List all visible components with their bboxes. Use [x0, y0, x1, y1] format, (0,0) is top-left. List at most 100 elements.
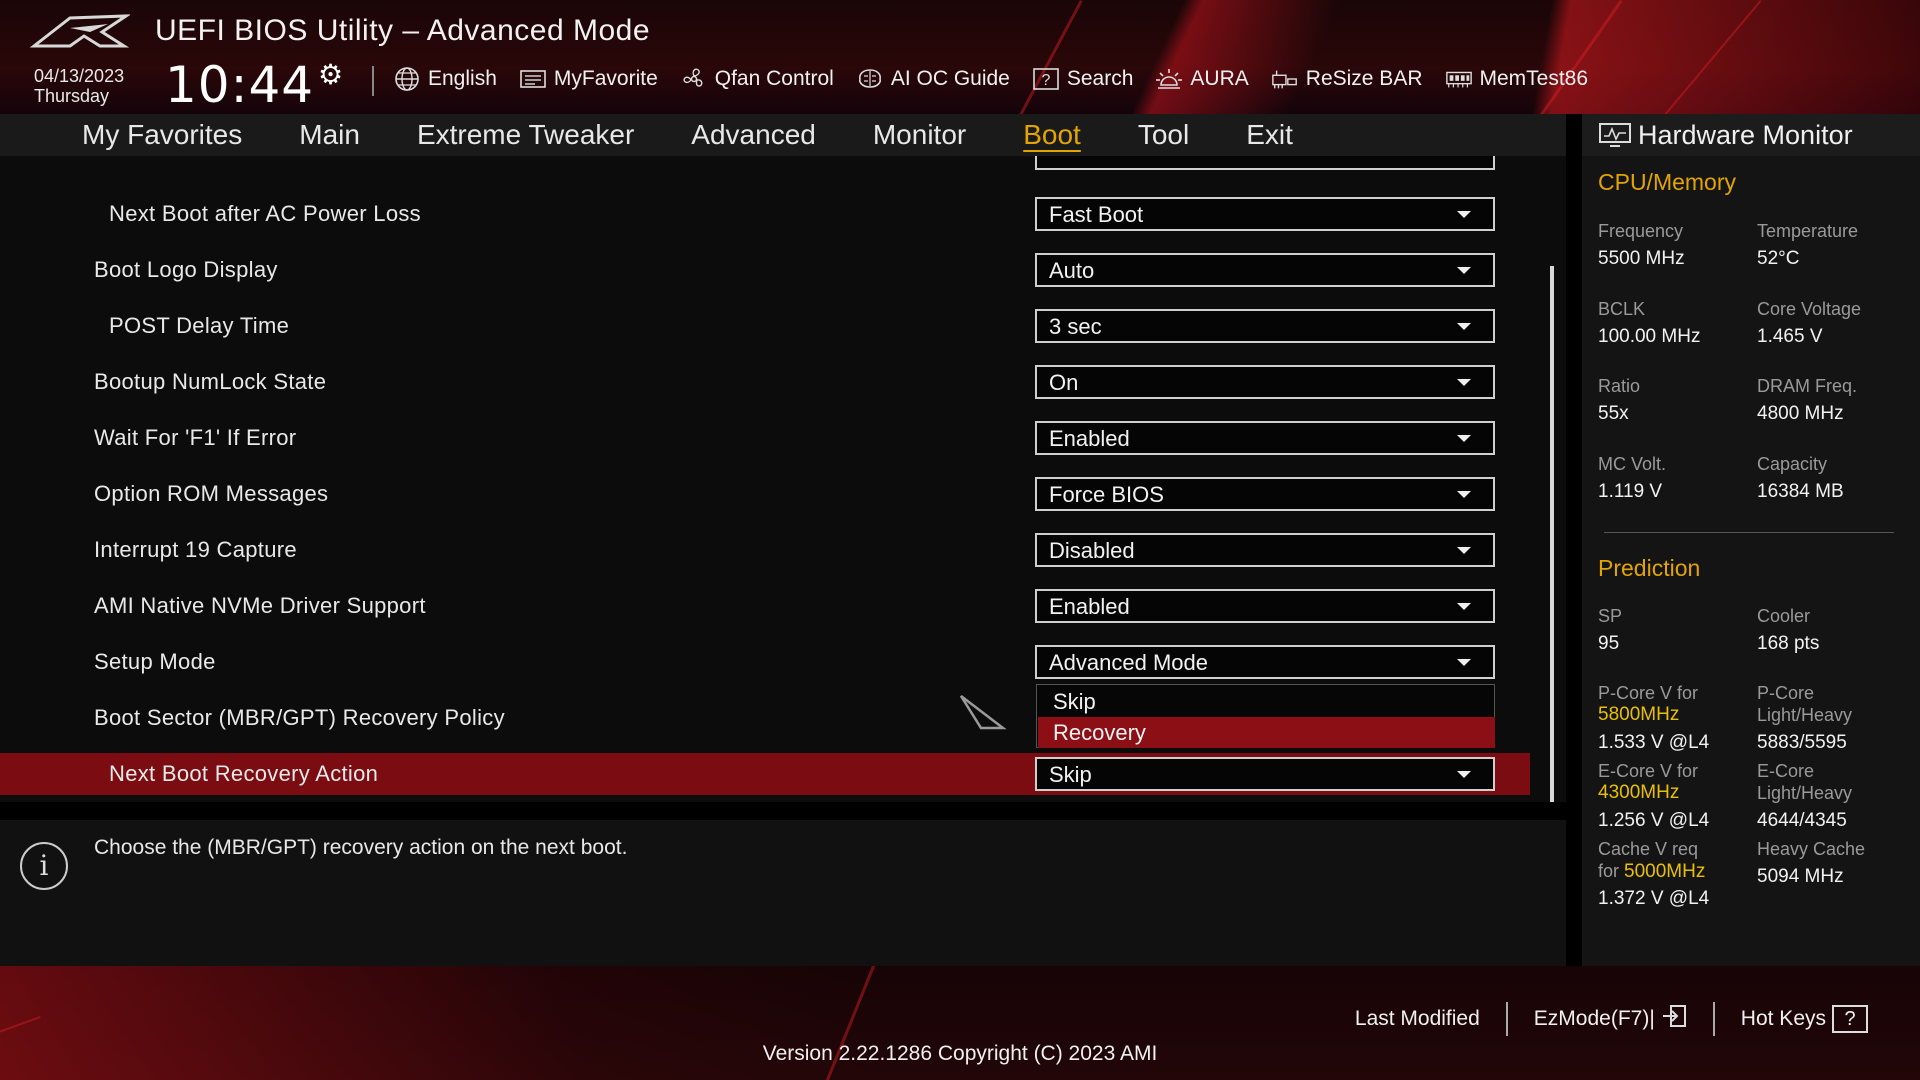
setting-select-bootup-numlock-state[interactable]: On	[1035, 365, 1495, 399]
toolbar-myfavorite-label: MyFavorite	[553, 67, 658, 90]
setting-row-bootup-numlock-state[interactable]: Bootup NumLock State On	[0, 361, 1530, 403]
ecore-v-value: 1.256 V @L4	[1598, 810, 1710, 831]
setting-label: Setup Mode	[94, 649, 216, 674]
clock-settings-gear-icon[interactable]: ⚙	[318, 58, 343, 91]
setting-row-next-boot-recovery-action[interactable]: Next Boot Recovery Action Skip	[0, 753, 1530, 795]
toolbar-aura-label: AURA	[1190, 67, 1249, 90]
setting-row-next-boot-after-ac-power-loss[interactable]: Next Boot after AC Power Loss Fast Boot	[0, 193, 1530, 235]
cache-v-label: Cache V req	[1598, 839, 1699, 859]
decor-streak	[1644, 0, 1762, 114]
globe-icon	[393, 67, 421, 91]
ai-oc-guide-icon	[856, 67, 884, 91]
mouse-cursor-icon	[959, 695, 1007, 730]
setting-label: Bootup NumLock State	[94, 369, 327, 394]
setting-select-setup-mode[interactable]: Advanced Mode	[1035, 645, 1495, 679]
setting-row-setup-mode[interactable]: Setup Mode Advanced Mode	[0, 641, 1530, 683]
tab-advanced[interactable]: Advanced	[691, 119, 816, 151]
header-bar: UEFI BIOS Utility – Advanced Mode 04/13/…	[0, 0, 1920, 114]
toolbar-english-label: English	[428, 67, 497, 90]
setting-select-boot-logo-display[interactable]: Auto	[1035, 253, 1495, 287]
setting-select-ami-native-nvme-driver-support[interactable]: Enabled	[1035, 589, 1495, 623]
toolbar-ai-oc-guide-button[interactable]: AI OC Guide	[856, 67, 1010, 91]
pcore-lh-label-2: Light/Heavy	[1757, 705, 1853, 725]
day-display: Thursday	[34, 86, 110, 106]
ezmode-button[interactable]: EzMode(F7)|	[1508, 1004, 1713, 1034]
toolbar: English MyFavorite Qfan Control AI OC Gu…	[393, 64, 1588, 94]
tab-exit[interactable]: Exit	[1246, 119, 1293, 151]
select-value: 3 sec	[1049, 314, 1102, 339]
cache-v-for-text: for	[1598, 861, 1620, 881]
toolbar-myfavorite-button[interactable]: MyFavorite	[519, 67, 658, 91]
dropdown-option-recovery[interactable]: Recovery	[1038, 717, 1495, 748]
setting-select-next-boot-recovery-action[interactable]: Skip	[1035, 757, 1495, 791]
tab-tool[interactable]: Tool	[1138, 119, 1189, 151]
hardware-monitor-title: Hardware Monitor	[1638, 120, 1853, 150]
toolbar-qfan-label: Qfan Control	[714, 67, 834, 90]
toolbar-english-button[interactable]: English	[393, 67, 497, 91]
select-value: Skip	[1049, 762, 1092, 787]
dram-freq-label: DRAM Freq.	[1757, 376, 1858, 396]
dropdown-option-skip[interactable]: Skip	[1038, 686, 1495, 717]
toolbar-memtest-button[interactable]: MemTest86	[1445, 67, 1588, 91]
tab-monitor[interactable]: Monitor	[873, 119, 966, 151]
heavy-cache-label: Heavy Cache	[1757, 839, 1866, 859]
toolbar-ai-oc-guide-label: AI OC Guide	[890, 67, 1010, 90]
setting-select-post-delay-time[interactable]: 3 sec	[1035, 309, 1495, 343]
myfavorite-icon	[519, 67, 547, 91]
chevron-down-icon	[1457, 491, 1471, 498]
setting-select-interrupt-19-capture[interactable]: Disabled	[1035, 533, 1495, 567]
tab-extreme-tweaker[interactable]: Extreme Tweaker	[417, 119, 634, 151]
toolbar-aura-button[interactable]: AURA	[1155, 67, 1249, 91]
mc-volt-label: MC Volt.	[1598, 454, 1667, 474]
tab-my-favorites[interactable]: My Favorites	[82, 119, 242, 151]
aura-icon	[1155, 67, 1183, 91]
toolbar-search-label: Search	[1066, 67, 1134, 90]
core-voltage-label: Core Voltage	[1757, 299, 1862, 319]
last-modified-button[interactable]: Last Modified	[1329, 1007, 1506, 1031]
dram-freq-value: 4800 MHz	[1757, 403, 1844, 424]
settings-scrollbar[interactable]	[1550, 266, 1554, 802]
toolbar-resize-bar-button[interactable]: ReSize BAR	[1271, 67, 1423, 91]
setting-row-wait-for-f1-if-error[interactable]: Wait For 'F1' If Error Enabled	[0, 417, 1530, 459]
frequency-value: 5500 MHz	[1598, 248, 1685, 269]
tab-main[interactable]: Main	[299, 119, 360, 151]
chevron-down-icon	[1457, 267, 1471, 274]
ecore-lh-label-2: Light/Heavy	[1757, 783, 1853, 803]
version-text: Version 2.22.1286 Copyright (C) 2023 AMI	[762, 1042, 1158, 1065]
setting-row-interrupt-19-capture[interactable]: Interrupt 19 Capture Disabled	[0, 529, 1530, 571]
setting-select-next-boot-after-ac-power-loss[interactable]: Fast Boot	[1035, 197, 1495, 231]
setting-select-option-rom-messages[interactable]: Force BIOS	[1035, 477, 1495, 511]
hot-keys-button[interactable]: Hot Keys ?	[1715, 1005, 1894, 1033]
chevron-down-icon	[1457, 659, 1471, 666]
setting-select-wait-for-f1-if-error[interactable]: Enabled	[1035, 421, 1495, 455]
setting-row-option-rom-messages[interactable]: Option ROM Messages Force BIOS	[0, 473, 1530, 515]
bclk-label: BCLK	[1598, 299, 1646, 319]
tab-boot[interactable]: Boot	[1023, 119, 1081, 151]
hot-keys-label: Hot Keys	[1740, 1007, 1826, 1030]
partial-select-box[interactable]	[1035, 156, 1495, 170]
dropdown-menu: Skip Recovery	[1036, 684, 1495, 748]
help-text: Choose the (MBR/GPT) recovery action on …	[94, 836, 628, 859]
toolbar-search-button[interactable]: ? Search	[1032, 67, 1134, 91]
page-title: UEFI BIOS Utility – Advanced Mode	[155, 14, 651, 47]
clock-display[interactable]: 10:44	[165, 56, 314, 114]
setting-row-post-delay-time[interactable]: POST Delay Time 3 sec	[0, 305, 1530, 347]
toolbar-qfan-button[interactable]: Qfan Control	[680, 67, 834, 91]
setting-label: Boot Sector (MBR/GPT) Recovery Policy	[94, 705, 505, 730]
setting-row-ami-native-nvme-driver-support[interactable]: AMI Native NVMe Driver Support Enabled	[0, 585, 1530, 627]
select-value: Force BIOS	[1049, 482, 1164, 507]
core-voltage-value: 1.465 V	[1757, 326, 1823, 347]
setting-row-boot-logo-display[interactable]: Boot Logo Display Auto	[0, 249, 1530, 291]
select-value: On	[1049, 370, 1079, 395]
settings-panel: Next Boot after AC Power Loss Fast Boot …	[0, 156, 1566, 802]
exit-arrow-icon	[1661, 1004, 1687, 1034]
help-question-icon: ?	[1832, 1005, 1868, 1033]
pcore-v-label: P-Core V for	[1598, 683, 1699, 703]
sp-label: SP	[1598, 606, 1623, 626]
date-display: 04/13/2023	[34, 66, 125, 86]
select-value: Fast Boot	[1049, 202, 1144, 227]
cooler-value: 168 pts	[1757, 633, 1820, 654]
chevron-down-icon	[1457, 211, 1471, 218]
pcore-lh-label: P-Core	[1757, 683, 1815, 703]
chevron-down-icon	[1457, 771, 1471, 778]
